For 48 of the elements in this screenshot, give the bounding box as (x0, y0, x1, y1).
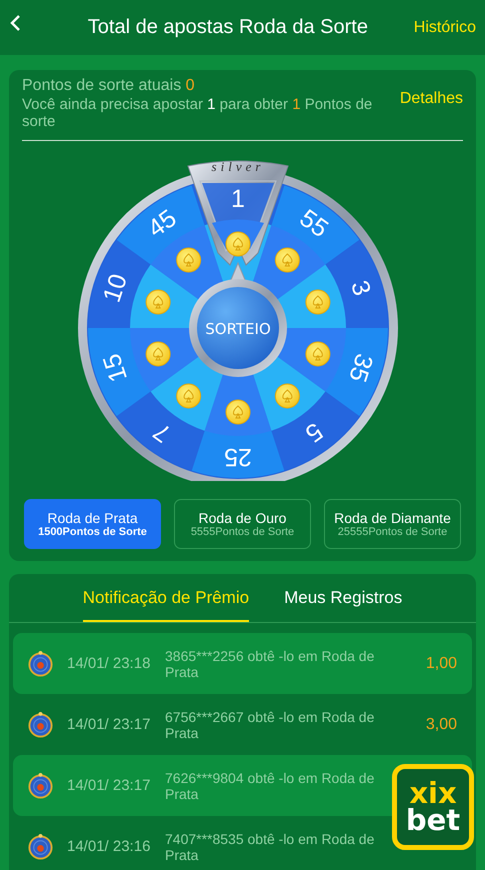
prize-value: 1 (230, 185, 244, 213)
page-title: Total de apostas Roda da Sorte (86, 16, 369, 39)
record-text: 7407***8535 obtê -lo em Roda de Prata (165, 830, 376, 862)
prize-value: 25 (224, 443, 252, 471)
details-link[interactable]: Detalhes (400, 90, 463, 108)
prize-value: 15 (97, 350, 132, 386)
coin-icon (176, 248, 201, 273)
record-text: 7626***9804 obtê -lo em Roda de Prata (165, 770, 376, 802)
coin-icon (304, 290, 330, 315)
requirement-text: Você ainda precisa apostar 1 para obter 1 Pontos de sorte (22, 96, 374, 130)
coin-icon (274, 248, 300, 273)
record-text: 3865***2256 obtê -lo em Roda de Prata (165, 648, 376, 680)
prize-value: 55 (294, 204, 333, 244)
record-time: 14/01/ 23:17 (67, 777, 152, 794)
history-link[interactable]: Histórico (414, 18, 476, 36)
record-amount: 1,00 (424, 654, 457, 672)
prize-value: 7 (148, 416, 176, 448)
prize-value: 10 (97, 270, 132, 306)
wheel-icon (27, 772, 54, 799)
tab[interactable]: Notificação de Prêmio (82, 588, 250, 622)
wheel-label: silver (211, 159, 264, 174)
coin-icon (225, 400, 250, 424)
prize-value: 5 (299, 416, 328, 448)
coin-icon (145, 290, 170, 315)
coin-icon (225, 232, 250, 256)
record-text: 6756***2667 obtê -lo em Roda de Prata (165, 708, 376, 740)
wheel-icon (27, 833, 54, 860)
record-time: 14/01/ 23:17 (67, 716, 152, 733)
luck-points-text: Pontos de sorte atuais 0 (22, 76, 196, 96)
record-time: 14/01/ 23:16 (67, 838, 152, 855)
record-time: 14/01/ 23:18 (67, 655, 152, 672)
prize-value: 35 (342, 350, 378, 386)
draw-button[interactable]: SORTEIO (188, 279, 286, 377)
coin-icon (304, 341, 330, 366)
wheel-icon (27, 650, 54, 677)
coin-icon (274, 383, 300, 408)
wheel-tier-button[interactable]: Roda de Prata 1500Pontos de Sorte (24, 499, 161, 549)
wheel-tier-button[interactable]: Roda de Ouro 5555Pontos de Sorte (174, 499, 311, 549)
coin-icon (176, 383, 201, 408)
tab[interactable]: Meus Registros (284, 588, 402, 622)
prize-value: 45 (142, 204, 182, 244)
brand-logo[interactable]: xix bet (392, 764, 474, 850)
back-icon[interactable] (9, 14, 21, 32)
prize-value: 3 (344, 277, 376, 300)
coin-icon (145, 341, 170, 366)
wheel-icon (27, 711, 54, 738)
wheel-tier-button[interactable]: Roda de Diamante 25555Pontos de Sorte (324, 499, 461, 549)
record-amount: 3,00 (424, 716, 457, 734)
